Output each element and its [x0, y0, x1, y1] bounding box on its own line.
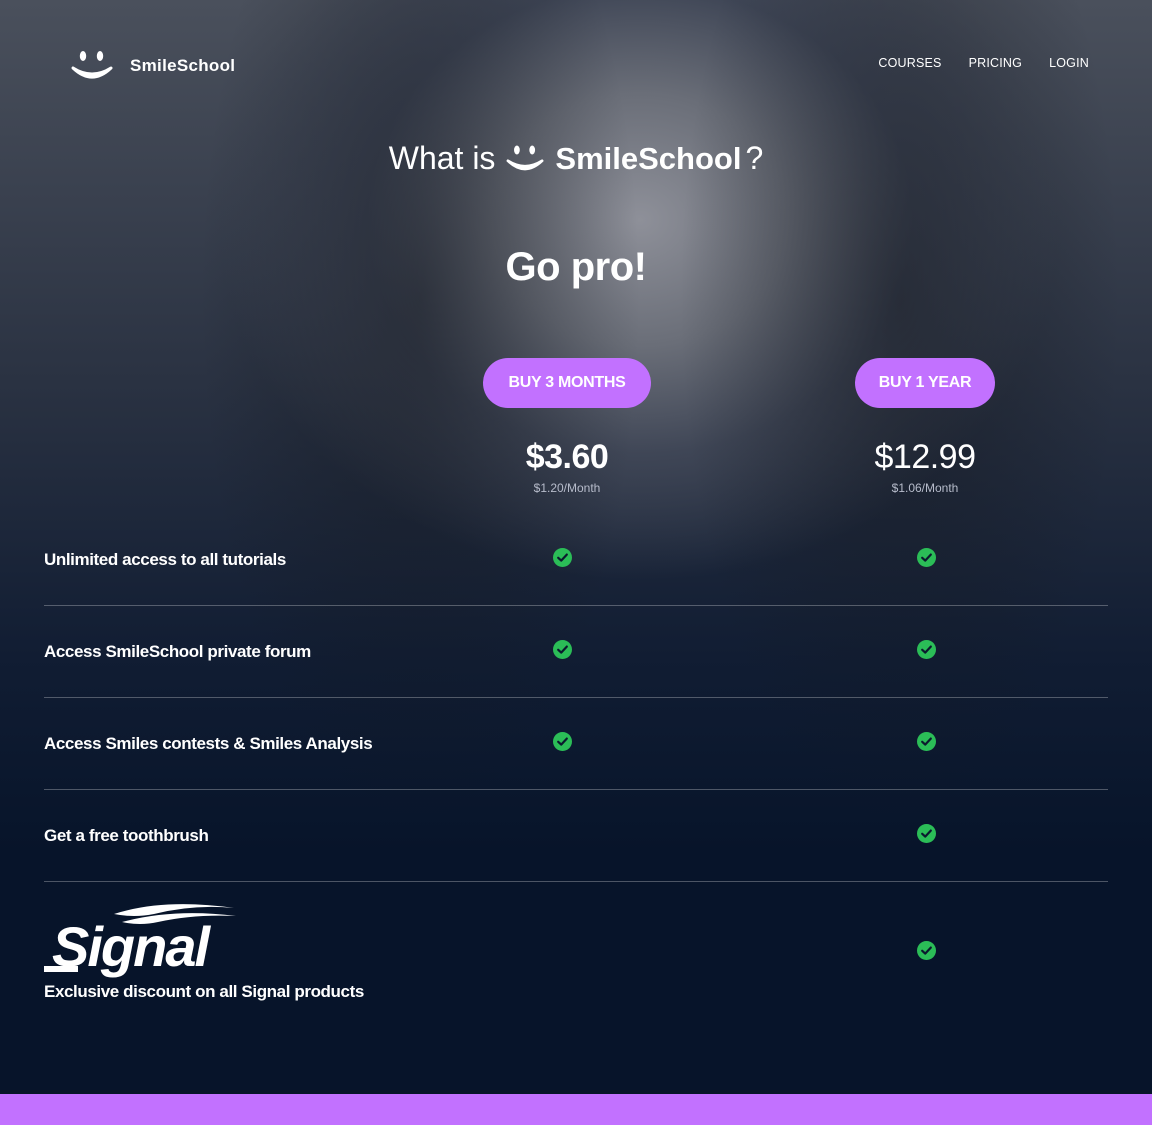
feature-label: Access Smiles contests & Smiles Analysis	[44, 734, 373, 753]
feature-label: Unlimited access to all tutorials	[44, 550, 286, 569]
svg-text:Signal: Signal	[52, 915, 211, 978]
what-suffix: ?	[745, 140, 764, 176]
smile-icon	[71, 51, 113, 79]
main-nav: COURSES PRICING LOGIN	[878, 56, 1089, 70]
plan-price: $12.99	[874, 438, 977, 476]
feature-row: Access Smiles contests & Smiles Analysis	[44, 698, 1108, 790]
plan-price: $3.60	[525, 438, 609, 476]
check-circle-icon	[553, 732, 572, 751]
plan-3-months: BUY 3 MONTHS $3.60 $1.20/Month	[483, 358, 651, 495]
feature-row: Unlimited access to all tutorials	[44, 514, 1108, 606]
check-circle-icon	[917, 732, 936, 751]
feature-comparison-table: Unlimited access to all tutorials Access…	[44, 514, 1108, 1022]
buy-1-year-button[interactable]: BUY 1 YEAR	[855, 358, 995, 408]
check-circle-icon	[917, 824, 936, 843]
feature-label: Access SmileSchool private forum	[44, 642, 311, 661]
buy-3-months-button[interactable]: BUY 3 MONTHS	[483, 358, 651, 408]
site-header: SmileSchool COURSES PRICING LOGIN	[0, 0, 1152, 130]
what-is-heading: What is SmileSchool ?	[0, 140, 1152, 177]
check-circle-icon	[917, 640, 936, 659]
check-circle-icon	[917, 548, 936, 567]
plan-per-month: $1.06/Month	[891, 481, 959, 495]
feature-label: Exclusive discount on all Signal product…	[44, 982, 364, 1001]
footer-bar	[0, 1094, 1152, 1125]
check-circle-icon	[917, 941, 936, 960]
plan-per-month: $1.20/Month	[533, 481, 601, 495]
smile-icon	[506, 145, 544, 170]
nav-courses-link[interactable]: COURSES	[878, 56, 941, 70]
check-circle-icon	[553, 548, 572, 567]
what-prefix: What is	[388, 140, 496, 176]
nav-login-link[interactable]: LOGIN	[1049, 56, 1089, 70]
brand-name: SmileSchool	[130, 56, 236, 75]
plan-1-year: BUY 1 YEAR $12.99 $1.06/Month	[855, 358, 995, 495]
feature-row: Signal Exclusive discount on all Signal …	[44, 882, 1108, 1022]
feature-row: Access SmileSchool private forum	[44, 606, 1108, 698]
page-title: Go pro!	[505, 245, 647, 289]
feature-row: Get a free toothbrush	[44, 790, 1108, 882]
signal-logo: Signal	[44, 904, 236, 978]
inline-brand-name: SmileSchool	[555, 140, 742, 176]
brand-logo[interactable]: SmileSchool	[70, 46, 235, 86]
inline-brand-logo: SmileSchool	[505, 141, 741, 177]
nav-pricing-link[interactable]: PRICING	[969, 56, 1023, 70]
feature-label: Get a free toothbrush	[44, 826, 209, 845]
check-circle-icon	[553, 640, 572, 659]
